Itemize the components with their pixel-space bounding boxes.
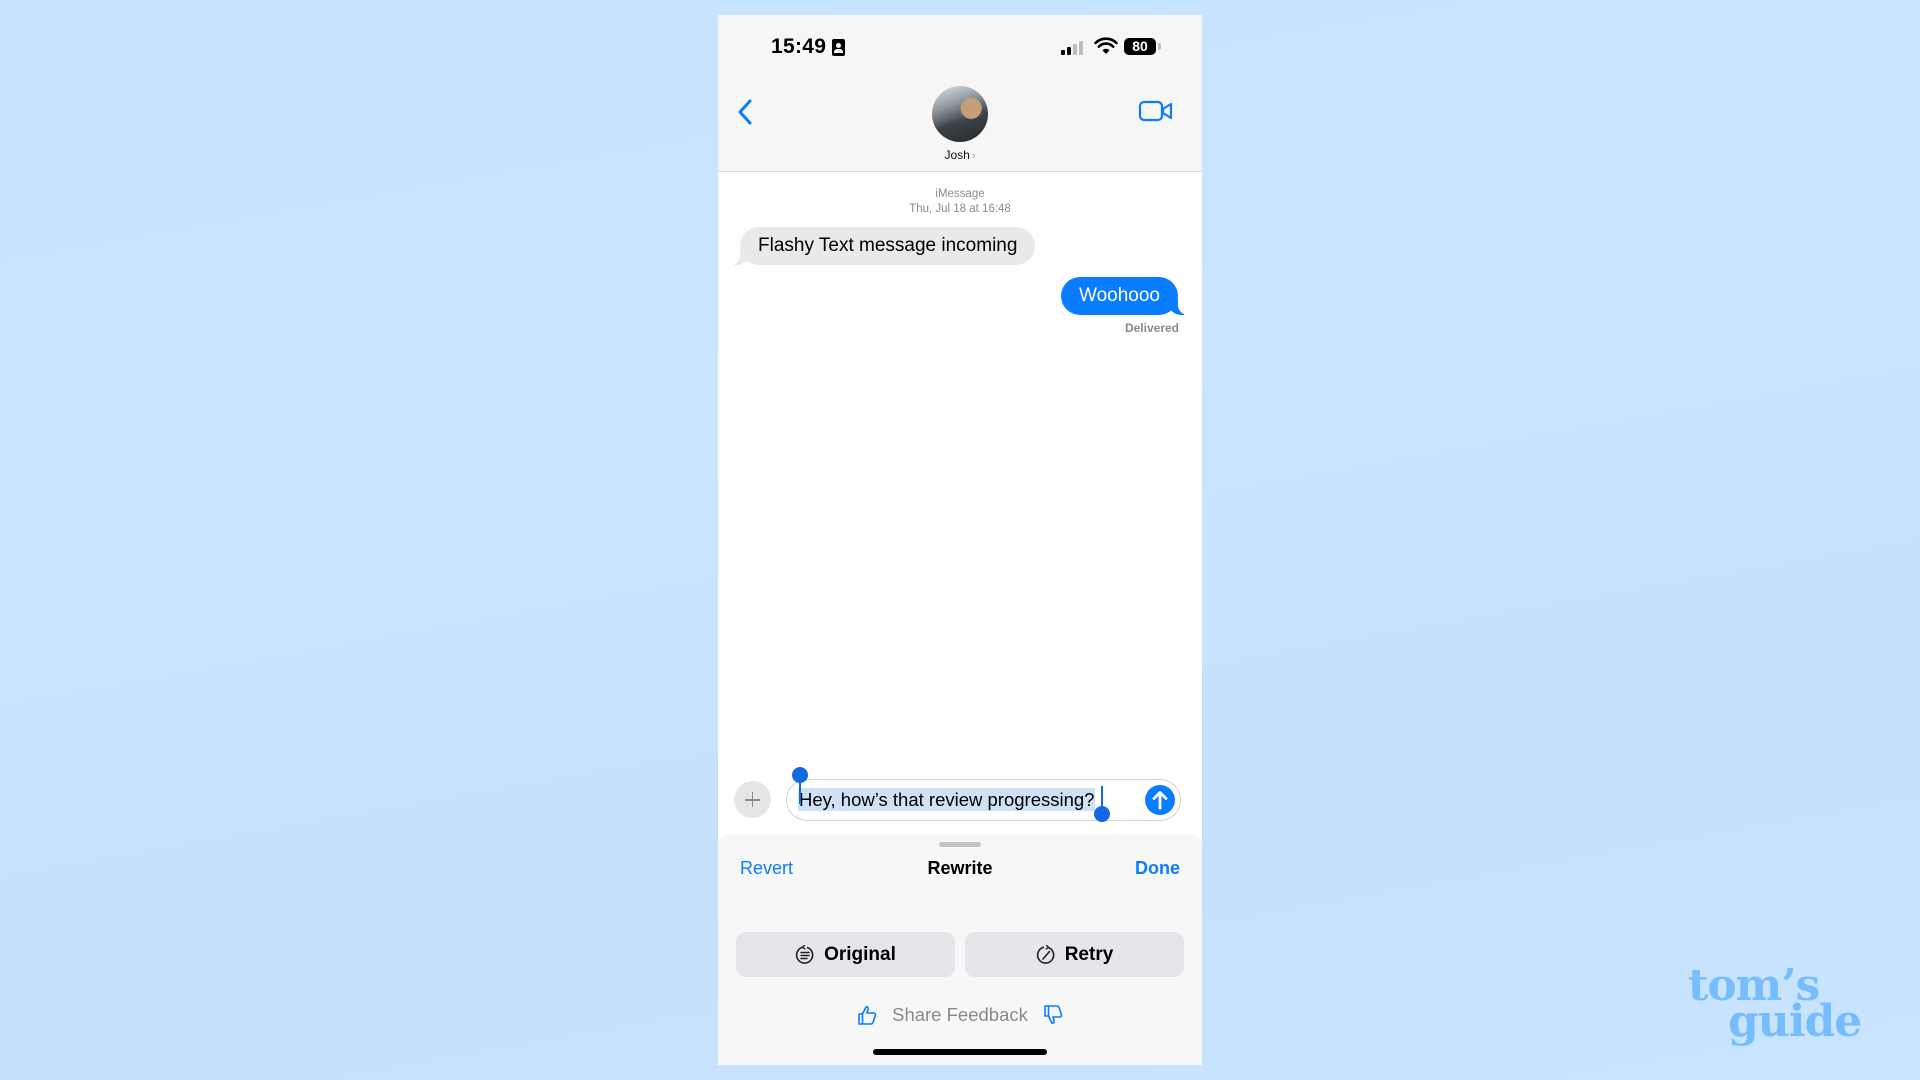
status-time: 15:49	[771, 35, 827, 58]
original-button-label: Original	[824, 943, 896, 965]
logo-line-2: guide	[1728, 996, 1862, 1047]
contact-name[interactable]: Josh ›	[718, 148, 1202, 162]
retry-button-label: Retry	[1064, 943, 1114, 965]
revert-button[interactable]: Revert	[740, 858, 793, 879]
delivery-status: Delivered	[1124, 321, 1179, 335]
contact-name-label: Josh	[944, 148, 970, 162]
contact-card-icon	[832, 39, 845, 56]
plus-icon[interactable]	[734, 781, 771, 818]
thread-date: Thu, Jul 18 at 16:48	[909, 203, 1011, 215]
chevron-right-icon: ›	[971, 150, 976, 162]
arrow-up-icon	[1152, 791, 1168, 810]
done-button[interactable]: Done	[1135, 858, 1180, 879]
conversation-header: 15:49 80 Josh ›	[718, 15, 1202, 172]
toms-guide-logo: tom’s guide	[1688, 964, 1862, 1047]
message-input-text[interactable]: Hey, how’s that review progressing?	[798, 788, 1096, 811]
wifi-icon	[1094, 37, 1118, 54]
thread-meta: iMessage Thu, Jul 18 at 16:48	[718, 187, 1202, 217]
message-text: Woohooo	[1079, 285, 1160, 306]
rewrite-sheet: Revert Rewrite Done Original Retry Share…	[718, 834, 1202, 1065]
message-input[interactable]: Hey, how’s that review progressing?	[786, 767, 1181, 822]
share-feedback-label[interactable]: Share Feedback	[892, 1004, 1028, 1026]
selection-start-handle[interactable]	[792, 767, 808, 804]
original-text-icon	[795, 944, 814, 964]
message-bubble-outgoing[interactable]: Woohooo	[1061, 277, 1190, 315]
phone-screen: 15:49 80 Josh › iMessage Thu, Jul 18 at …	[718, 15, 1202, 1065]
video-camera-icon[interactable]	[1138, 98, 1174, 124]
retry-icon	[1036, 944, 1055, 964]
message-bubble-incoming[interactable]: Flashy Text message incoming	[727, 227, 1036, 265]
message-text: Flashy Text message incoming	[758, 235, 1018, 256]
original-button[interactable]: Original	[736, 932, 955, 977]
thumbs-up-icon[interactable]	[856, 1004, 878, 1026]
send-button[interactable]	[1145, 785, 1175, 815]
thumbs-down-icon[interactable]	[1042, 1004, 1064, 1026]
battery-cap	[1158, 43, 1161, 50]
retry-button[interactable]: Retry	[965, 932, 1184, 977]
battery-level: 80	[1132, 38, 1148, 54]
service-label: iMessage	[935, 188, 985, 200]
sheet-grabber[interactable]	[939, 842, 981, 847]
avatar[interactable]	[932, 86, 988, 142]
chevron-left-icon[interactable]	[732, 95, 760, 129]
feedback-row: Share Feedback	[718, 1004, 1202, 1026]
signal-icon	[1061, 41, 1087, 55]
home-indicator[interactable]	[873, 1049, 1047, 1055]
battery-icon: 80	[1124, 38, 1156, 55]
selection-end-handle[interactable]	[1094, 786, 1110, 822]
